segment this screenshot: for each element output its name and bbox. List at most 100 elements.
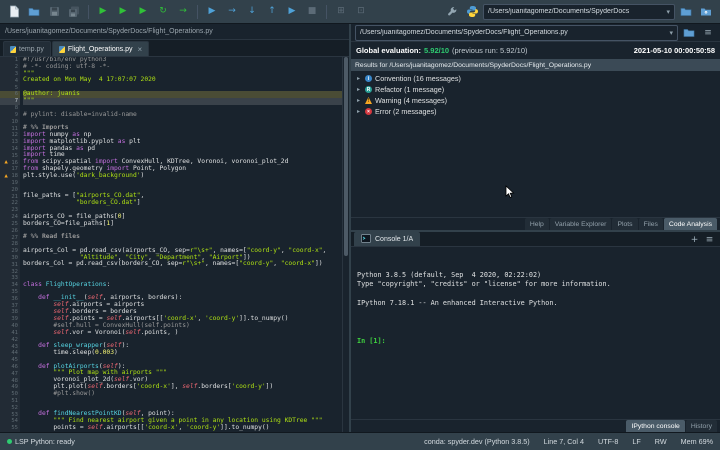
console-output[interactable]: Python 3.8.5 (default, Sep 4 2020, 02:22…: [351, 247, 720, 419]
gutter-line-number: 30: [11, 254, 18, 261]
editor-pane: /Users/juanitagomez/Documents/SpyderDocs…: [0, 24, 351, 432]
code-line[interactable]: #plt.show(): [23, 390, 342, 398]
step-over-button[interactable]: →: [223, 3, 241, 21]
gutter-line-number: 53: [11, 411, 18, 418]
terminal-icon: [361, 233, 371, 245]
analysis-options-button[interactable]: ≡: [700, 25, 716, 40]
scrollbar-thumb[interactable]: [344, 57, 348, 256]
code-line[interactable]: import pandas as pd: [23, 145, 342, 153]
console-options-button[interactable]: ≡: [702, 233, 717, 246]
chevron-right-icon[interactable]: ▸: [357, 75, 362, 82]
code-line[interactable]: self.vor = Voronoi(self.points, ): [23, 329, 342, 337]
debug-continue-button[interactable]: ▶: [283, 3, 301, 21]
editor[interactable]: 1 2 3 4 5 6 7 8 9 10 11 12 13 14 15 ▲ 16 17 ▲ 18 19 20 21 22 23 2…: [0, 57, 349, 432]
code-line[interactable]: # pylint: disable=invalid-name: [23, 111, 342, 119]
toolbar-separator: [88, 4, 89, 19]
preferences-button[interactable]: [443, 3, 461, 21]
gutter-line-number: 48: [11, 377, 18, 384]
save-all-button[interactable]: [65, 3, 83, 21]
gutter-line-number: 43: [11, 343, 18, 350]
gutter-line-number: 35: [11, 289, 18, 296]
evaluation-previous: (previous run: 5.92/10): [452, 46, 528, 55]
right-pane: /Users/juanitagomez/Documents/SpyderDocs…: [351, 24, 720, 432]
code-line[interactable]: @author: juanis: [23, 90, 342, 98]
gutter-line-number: 50: [11, 391, 18, 398]
editor-tab[interactable]: Flight_Operations.py ×: [51, 41, 150, 56]
dropdown-arrow-icon[interactable]: ▾: [665, 29, 673, 37]
editor-tab-label: Flight_Operations.py: [67, 45, 133, 53]
gutter-line-number: 13: [11, 139, 18, 146]
gutter-line-number: 12: [11, 132, 18, 139]
code-line[interactable]: points = self.airports[['coord-x', 'coor…: [23, 424, 342, 432]
new-file-button[interactable]: [5, 3, 23, 21]
interpreter-status[interactable]: conda: spyder.dev (Python 3.8.5): [424, 437, 529, 446]
tab-history[interactable]: History: [685, 420, 717, 432]
chevron-right-icon[interactable]: ▸: [357, 108, 362, 115]
editor-code[interactable]: #!/usr/bin/env python3 # -*- coding: utf-…: [20, 57, 342, 432]
gutter-line-number: 32: [11, 268, 18, 275]
tab-code-analysis[interactable]: Code Analysis: [663, 218, 717, 230]
code-line[interactable]: [23, 118, 342, 125]
editor-scrollbar[interactable]: [342, 57, 349, 432]
fullscreen-button[interactable]: ⊡: [352, 3, 370, 21]
code-line[interactable]: """: [23, 97, 342, 105]
console-tab[interactable]: Console 1/A: [354, 232, 421, 246]
code-line[interactable]: borders_CO=file_paths[1]: [23, 220, 342, 228]
console-tab-label: Console 1/A: [375, 235, 414, 243]
code-line[interactable]: plt.style.use('dark_background'): [23, 172, 342, 180]
editor-tab[interactable]: temp.py: [3, 41, 51, 56]
gutter-line-number: 8: [14, 105, 18, 112]
analysis-browse-button[interactable]: [681, 25, 697, 40]
maximize-pane-button[interactable]: ⊞: [332, 3, 350, 21]
new-console-button[interactable]: +: [687, 233, 702, 246]
console-line: IPython 7.18.1 -- An enhanced Interactiv…: [357, 299, 558, 308]
parent-directory-button[interactable]: [697, 3, 715, 21]
analysis-file-combo[interactable]: /Users/juanitagomez/Documents/SpyderDocs…: [355, 24, 678, 41]
chevron-right-icon[interactable]: ▸: [357, 97, 362, 104]
code-line[interactable]: borders_Col = pd.read_csv(borders_CO, se…: [23, 260, 342, 268]
debug-stop-button[interactable]: ■: [303, 3, 321, 21]
analysis-item-error[interactable]: ▸ × Error (2 messages): [351, 106, 720, 117]
run-selection-button[interactable]: →: [174, 3, 192, 21]
tab-ipython-console[interactable]: IPython console: [626, 420, 685, 432]
step-into-button[interactable]: ↓: [243, 3, 261, 21]
save-button[interactable]: [45, 3, 63, 21]
code-line[interactable]: [23, 268, 342, 275]
code-line[interactable]: Created on Mon May 4 17:07:07 2020: [23, 77, 342, 84]
debug-file-button[interactable]: ▶: [203, 3, 221, 21]
code-line[interactable]: [23, 398, 342, 405]
run-cell-button[interactable]: ▶: [114, 3, 132, 21]
console-bottom-tabbar: IPython console History: [351, 419, 720, 432]
gutter-line-number: 36: [11, 295, 18, 302]
analysis-item-warning[interactable]: ▸! Warning (4 messages): [351, 95, 720, 106]
code-line[interactable]: # %% Read files: [23, 233, 342, 241]
rerun-cell-button[interactable]: ↻: [154, 3, 172, 21]
folder-icon: [680, 8, 692, 16]
code-line[interactable]: "borders_CO.dat"]: [23, 199, 342, 207]
open-file-button[interactable]: [25, 3, 43, 21]
step-out-button[interactable]: ↑: [263, 3, 281, 21]
browse-directory-button[interactable]: [677, 3, 695, 21]
chevron-right-icon[interactable]: ▸: [357, 86, 362, 93]
tab-help[interactable]: Help: [524, 218, 549, 230]
dropdown-arrow-icon[interactable]: ▾: [662, 8, 670, 16]
tab-variable-explorer[interactable]: Variable Explorer: [549, 218, 612, 230]
run-cell-advance-button[interactable]: ▶: [134, 3, 152, 21]
close-tab-icon[interactable]: ×: [138, 45, 143, 54]
toolbar-separator: [326, 4, 327, 19]
code-line[interactable]: class FlightOperations:: [23, 281, 342, 289]
tab-files[interactable]: Files: [638, 218, 663, 230]
analysis-item-refactor[interactable]: ▸ R Refactor (1 message): [351, 84, 720, 95]
run-file-button[interactable]: ▶: [94, 3, 112, 21]
code-line[interactable]: [23, 180, 342, 187]
tab-plots[interactable]: Plots: [612, 218, 638, 230]
python-path-manager-button[interactable]: [463, 3, 481, 21]
code-line[interactable]: time.sleep(0.003): [23, 349, 342, 357]
console-prompt-line[interactable]: In [1]:: [357, 337, 714, 346]
code-line[interactable]: # -*- coding: utf-8 -*-: [23, 63, 342, 71]
gutter-line-number: 15: [11, 152, 18, 159]
analysis-item-convention[interactable]: ▸ i Convention (16 messages): [351, 73, 720, 84]
working-directory-combo[interactable]: /Users/juanitagomez/Documents/SpyderDocs…: [483, 3, 675, 20]
gutter-line-number: 33: [11, 275, 18, 282]
